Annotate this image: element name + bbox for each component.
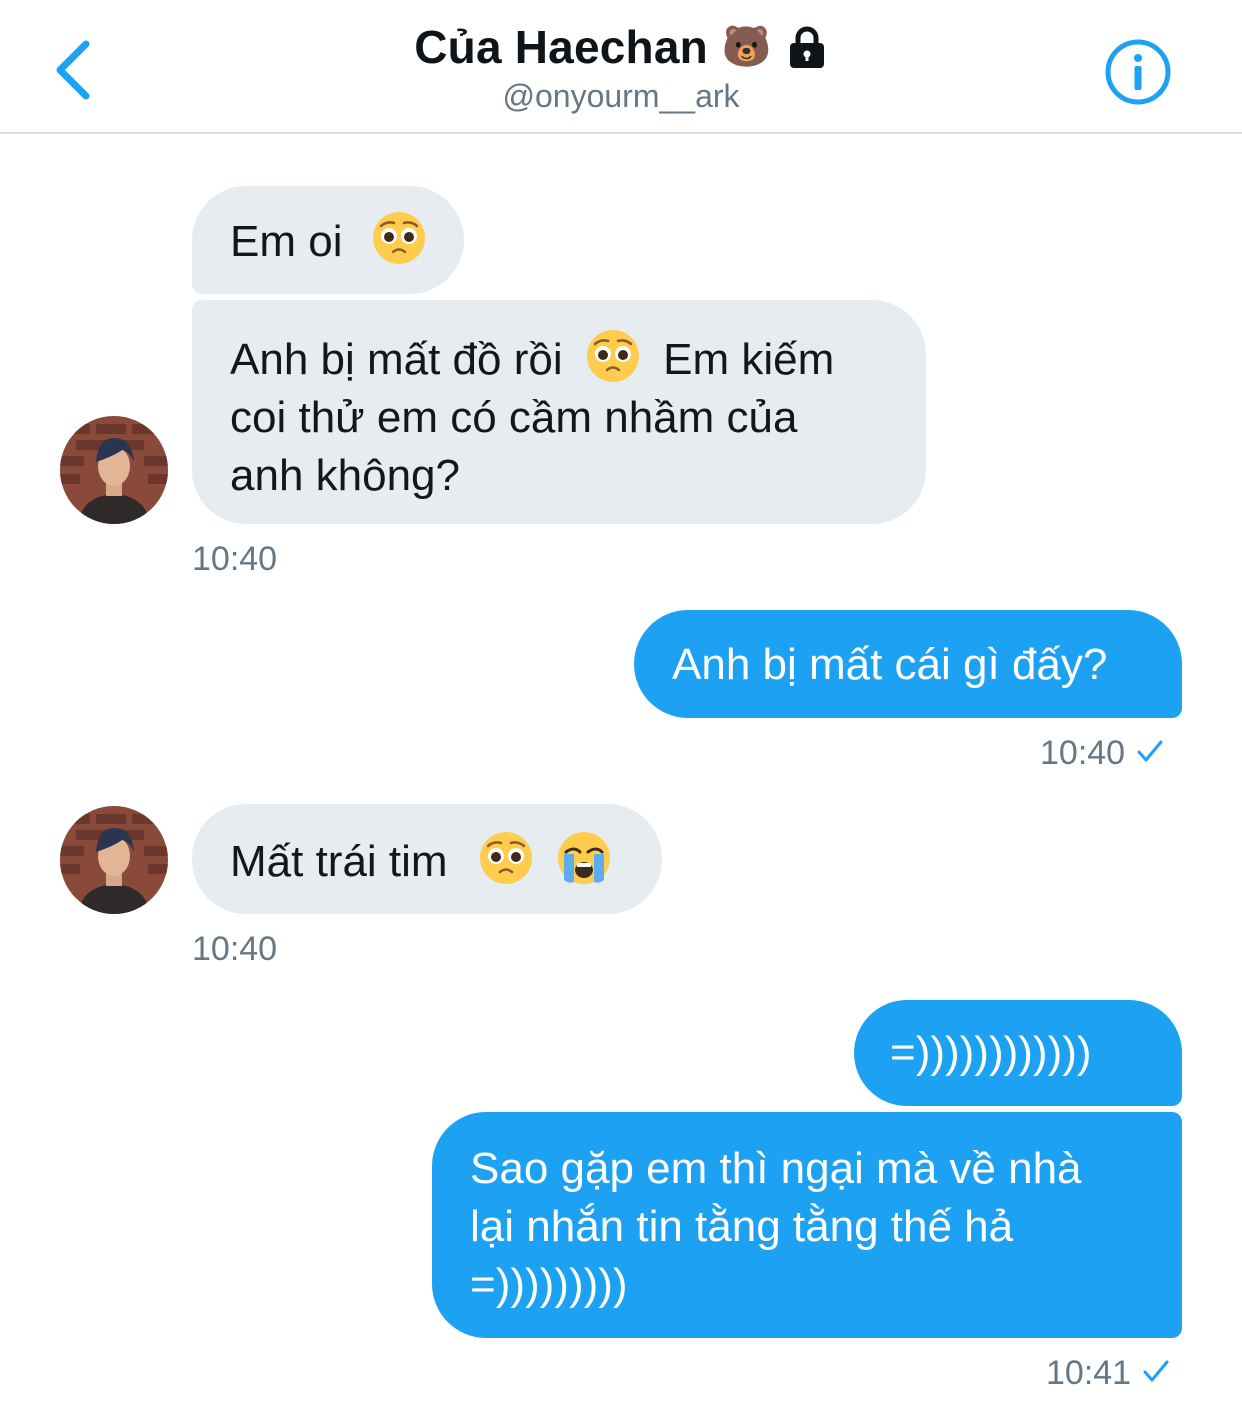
avatar[interactable] [60,806,168,914]
avatar-image [60,416,168,524]
conversation-handle: @onyourm__ark [502,78,740,114]
message-line: anh không? [230,451,460,500]
message-bubble-incoming[interactable]: Mất trái tim [192,804,662,914]
message-timestamp: 10:40 [192,930,278,968]
message-timestamp: 10:41 [1046,1354,1171,1393]
message-line: coi thử em có cầm nhầm của [230,393,798,442]
message-line: lại nhắn tin tằng tằng thế hả [470,1202,1014,1251]
lock-icon [789,26,824,68]
pleading-face-emoji [586,330,639,382]
pleading-face-emoji [372,212,425,264]
message-text: =)))))))))))) [890,1028,1092,1077]
conversation-header: Của Haechan 🐻 @onyourm__ark [0,0,1242,134]
avatar-image [60,806,168,914]
message-text: Em oi [230,217,343,266]
pleading-face-emoji [479,832,532,884]
message-line: Anh bị mất đồ rồi Em kiếm [230,328,926,389]
message-timestamp: 10:40 [192,540,278,578]
message-text: Mất trái tim [230,837,448,886]
info-icon [1105,39,1171,105]
avatar[interactable] [60,416,168,524]
message-timestamp: 10:40 [1040,734,1165,773]
message-bubble-incoming[interactable]: Em oi [192,186,464,294]
loudly-crying-face-emoji [558,832,611,884]
message-text: Em kiếm [663,335,835,384]
timestamp-text: 10:41 [1046,1354,1132,1392]
message-text: Anh bị mất cái gì đấy? [672,640,1108,689]
bear-emoji: 🐻 [721,24,772,70]
conversation-title: Của Haechan [414,21,708,73]
check-icon [1143,1360,1169,1382]
message-line: =))))))))) [470,1260,628,1309]
message-bubble-outgoing[interactable]: =)))))))))))) [854,1000,1182,1106]
message-text: Anh bị mất đồ rồi [230,335,563,384]
timestamp-text: 10:40 [1040,734,1126,772]
check-icon [1137,740,1163,762]
conversation-title-block[interactable]: Của Haechan 🐻 @onyourm__ark [0,20,1242,115]
message-bubble-outgoing[interactable]: Sao gặp em thì ngại mà về nhà lại nhắn t… [432,1112,1182,1338]
message-bubble-outgoing[interactable]: Anh bị mất cái gì đấy? [634,610,1182,718]
info-button[interactable] [1104,38,1172,106]
message-line: Sao gặp em thì ngại mà về nhà [470,1144,1082,1193]
message-bubble-incoming[interactable]: Anh bị mất đồ rồi Em kiếm coi thử em có … [192,300,926,524]
